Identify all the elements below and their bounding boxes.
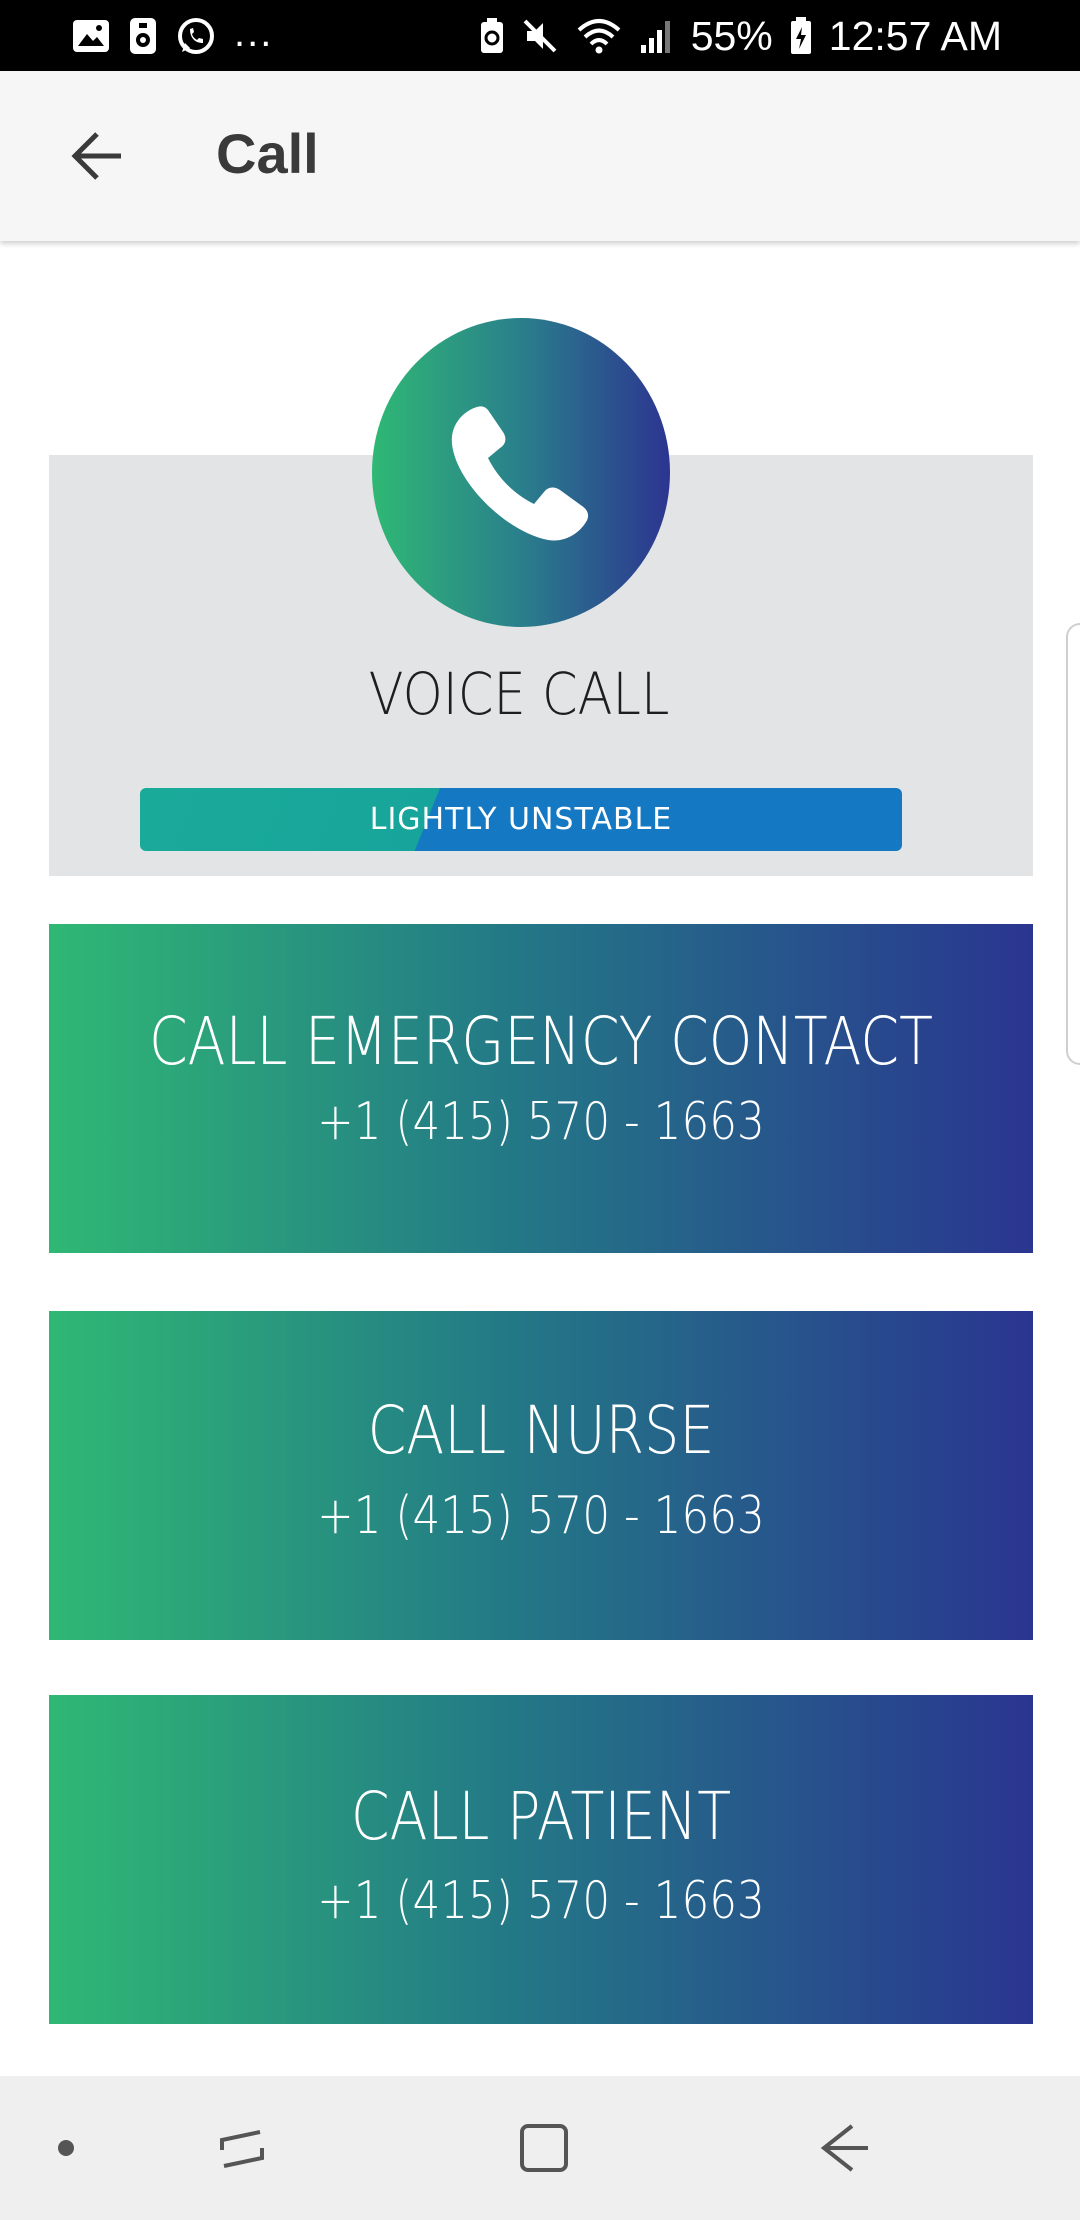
recents-button[interactable] [204, 2112, 280, 2184]
call-button-phone: +1 (415) 570 - 1663 [317, 1486, 765, 1546]
status-bar: ... 55% 12:57 AM [0, 0, 1080, 71]
page-title: Call [216, 122, 319, 185]
edge-panel-handle[interactable] [1066, 623, 1080, 1065]
call-button-label: CALL EMERGENCY CONTACT [148, 1003, 934, 1080]
wifi-icon [575, 16, 623, 56]
mute-icon [521, 17, 559, 55]
back-icon [820, 2124, 868, 2172]
home-icon [520, 2124, 568, 2172]
voice-call-title: VOICE CALL [368, 660, 670, 728]
call-button-phone: +1 (415) 570 - 1663 [317, 1092, 765, 1152]
phone-icon [451, 405, 589, 541]
call-button-phone: +1 (415) 570 - 1663 [317, 1871, 765, 1931]
call-emergency-contact-button[interactable]: CALL EMERGENCY CONTACT +1 (415) 570 - 16… [49, 924, 1033, 1253]
whatsapp-icon [176, 16, 216, 56]
voice-call-button[interactable] [372, 318, 670, 627]
app-bar: Call [0, 71, 1080, 241]
overflow-indicator: ... [234, 10, 274, 55]
call-button-label: CALL NURSE [367, 1392, 715, 1469]
signal-icon [639, 17, 675, 55]
nav-dot[interactable] [46, 2112, 86, 2184]
system-nav-bar [0, 2076, 1080, 2220]
home-button[interactable] [504, 2112, 584, 2184]
battery-icon [789, 16, 813, 56]
battery-saver-icon [479, 17, 505, 55]
arrow-left-icon [71, 132, 121, 180]
battery-percent: 55% [690, 12, 773, 59]
connection-status-label: LIGHTLY UNSTABLE [369, 802, 673, 837]
back-nav-button[interactable] [806, 2112, 886, 2184]
dot-icon [58, 2140, 74, 2156]
call-nurse-button[interactable]: CALL NURSE +1 (415) 570 - 1663 [49, 1311, 1033, 1640]
connection-status-badge: LIGHTLY UNSTABLE [140, 788, 902, 851]
system-status: 55% 12:57 AM [479, 12, 1002, 60]
recents-icon [220, 2130, 264, 2168]
call-button-label: CALL PATIENT [350, 1778, 732, 1855]
image-icon [72, 19, 110, 53]
back-button[interactable] [62, 124, 132, 188]
clock: 12:57 AM [828, 12, 1002, 59]
call-patient-button[interactable]: CALL PATIENT +1 (415) 570 - 1663 [49, 1695, 1033, 2024]
notification-icons: ... [72, 10, 274, 60]
storage-icon [128, 16, 158, 56]
